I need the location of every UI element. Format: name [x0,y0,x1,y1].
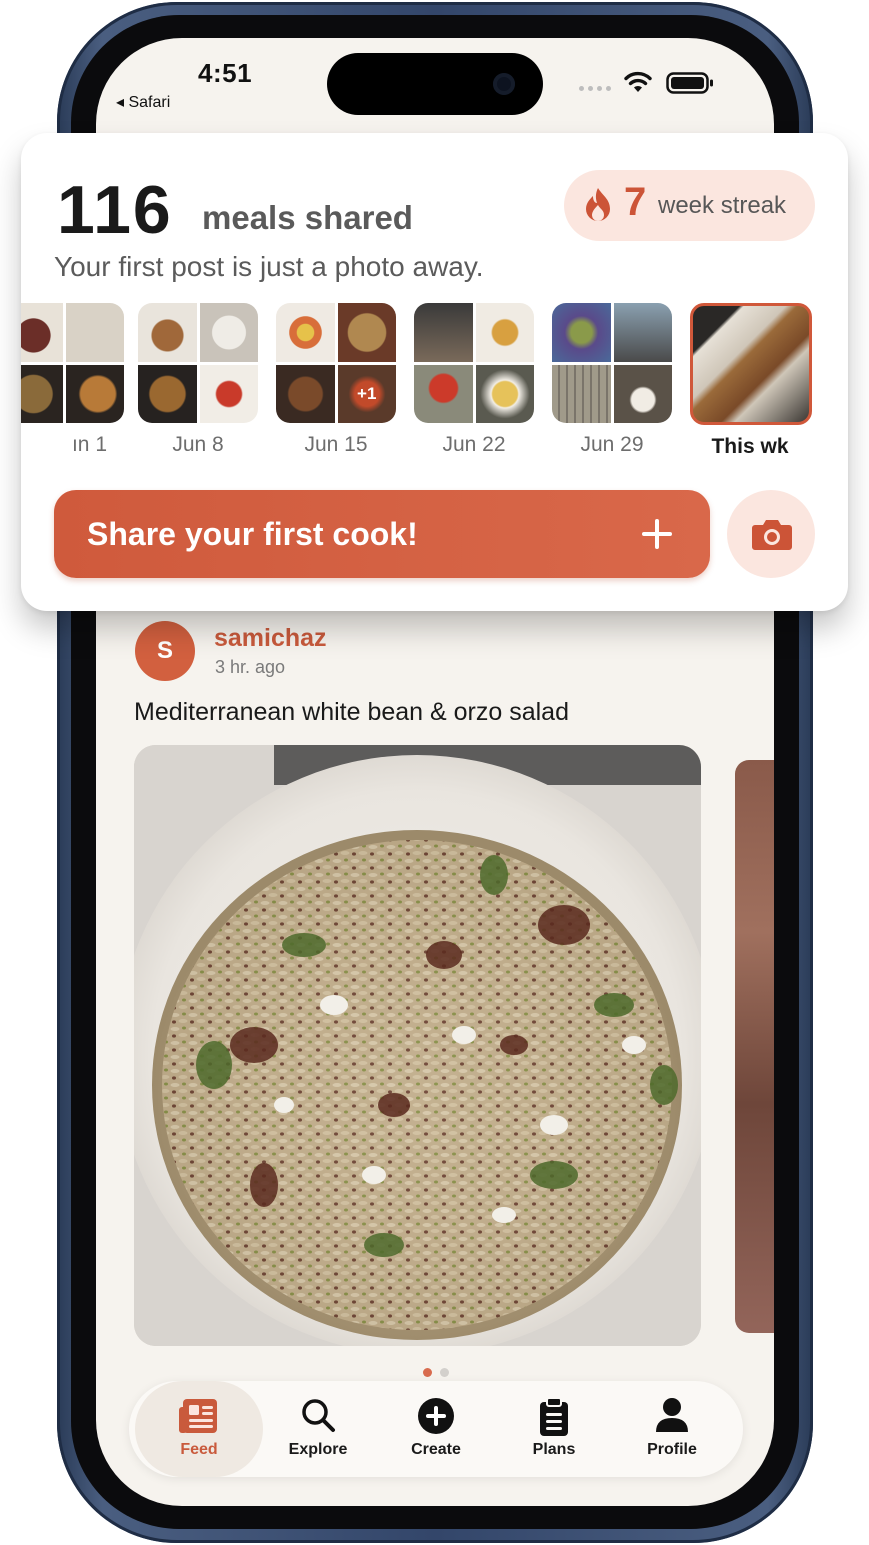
card-subtitle: Your first post is just a photo away. [54,251,484,282]
front-camera-icon [493,73,515,95]
week-label: This wk [711,435,789,458]
week-label: Jun 8 [172,433,224,456]
avatar[interactable]: S [135,621,195,681]
week-item[interactable]: +1 Jun 15 [276,303,400,457]
search-icon [302,1399,335,1432]
create-plus-icon [418,1398,454,1434]
post-photo[interactable] [134,745,701,1346]
streak-badge[interactable]: 7 week streak [564,170,815,241]
post-username[interactable]: samichaz [214,624,327,653]
back-to-safari-link[interactable]: ◂ Safari [116,92,170,112]
flame-icon [586,188,610,221]
tab-label: Plans [532,1441,576,1458]
next-carousel-photo[interactable] [735,760,774,1333]
week-thumbnail [414,303,534,423]
meals-summary-card: 116 meals shared 7 week streak Your firs… [21,133,848,611]
tab-label: Profile [647,1441,697,1458]
meals-label: meals shared [202,199,413,236]
weekly-photo-strip[interactable]: ın 1 Jun 8 +1 Jun 15 Jun 22 Jun 29 This … [21,303,848,463]
tab-feed[interactable]: Feed [135,1381,263,1477]
tab-create[interactable]: Create [377,1381,495,1477]
carousel-dot[interactable] [440,1368,449,1377]
dynamic-island [327,53,543,115]
week-thumbnail: +1 [276,303,396,423]
streak-label: week streak [658,192,787,219]
tab-plans[interactable]: Plans [495,1381,613,1477]
tab-profile[interactable]: Profile [613,1381,731,1477]
more-photos-badge: +1 [357,383,377,403]
tab-label: Explore [288,1441,348,1458]
status-time: 4:51 [198,58,253,88]
tab-label: Create [411,1441,461,1458]
tab-bar: Feed Explore Create Plans Profile [129,1381,743,1477]
clipboard-icon [540,1397,568,1436]
week-item[interactable]: Jun 29 [552,303,676,457]
tab-label: Feed [180,1441,218,1458]
post-timestamp: 3 hr. ago [215,657,286,677]
week-thumbnail [21,303,124,423]
carousel-indicator[interactable] [423,1368,449,1377]
week-item[interactable]: Jun 8 [138,303,262,457]
week-label: Jun 15 [304,433,368,456]
share-first-cook-button[interactable]: Share your first cook! [54,490,710,578]
week-item-current[interactable]: This wk [690,303,814,459]
orzo-salad-photo [134,745,701,1346]
week-thumbnail [690,303,812,425]
week-item[interactable]: Jun 22 [414,303,538,457]
signal-icon [579,86,611,91]
week-item[interactable]: ın 1 [21,303,128,457]
tab-explore[interactable]: Explore [259,1381,377,1477]
streak-number: 7 [624,180,647,224]
camera-icon [752,520,792,550]
week-label: Jun 22 [442,433,506,456]
carousel-dot-active[interactable] [423,1368,432,1377]
week-label: ın 1 [71,433,107,456]
week-thumbnail [138,303,258,423]
week-thumbnail [552,303,672,423]
week-label: Jun 29 [580,433,644,456]
person-icon [656,1398,688,1432]
feed-icon [179,1399,217,1433]
post-title[interactable]: Mediterranean white bean & orzo salad [134,698,569,727]
meals-count: 116 [57,172,173,248]
plus-icon [642,519,672,549]
camera-button[interactable] [727,490,815,578]
battery-icon [666,72,713,94]
wifi-icon [624,71,652,92]
share-button-label: Share your first cook! [87,516,418,552]
